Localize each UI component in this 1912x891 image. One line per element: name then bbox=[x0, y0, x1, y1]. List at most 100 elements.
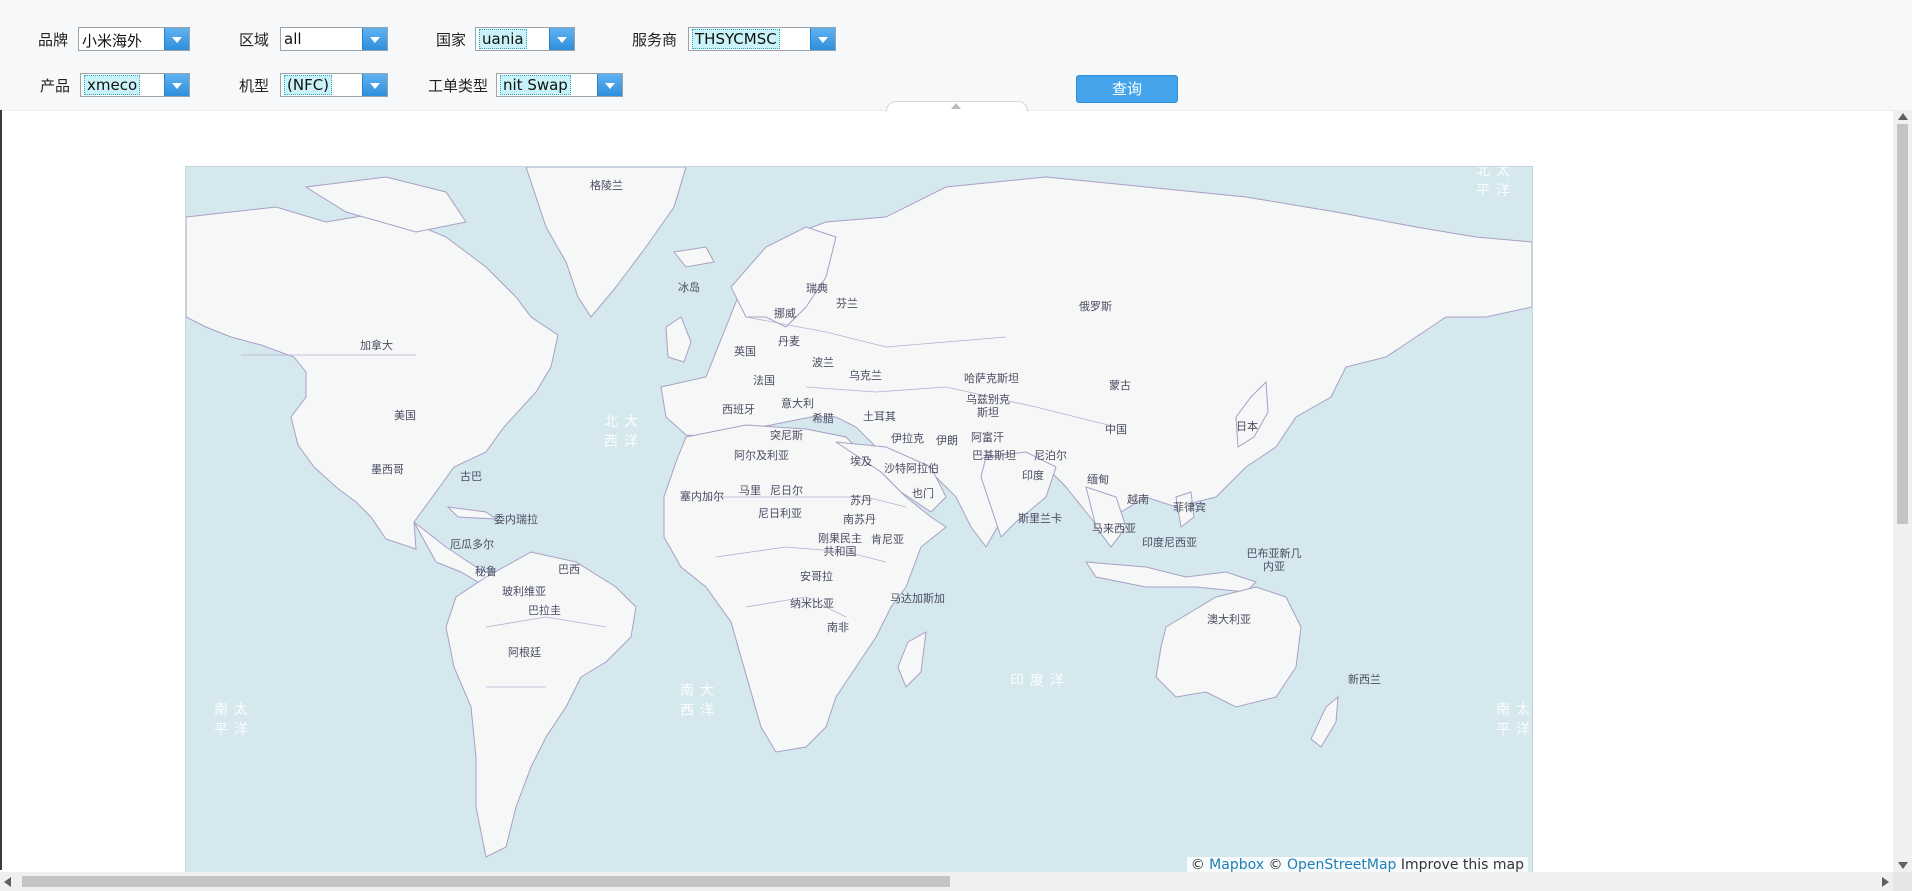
label-finland: 芬兰 bbox=[836, 297, 858, 310]
country-label: 国家 bbox=[436, 31, 467, 49]
label-pakistan: 巴基斯坦 bbox=[972, 449, 1016, 462]
vertical-scroll-thumb[interactable] bbox=[1897, 124, 1908, 524]
label-new-zealand: 新西兰 bbox=[1348, 673, 1381, 686]
vertical-scrollbar[interactable] bbox=[1893, 110, 1912, 872]
label-south-pacific-west: 南太 平洋 bbox=[214, 702, 254, 738]
label-indonesia: 印度尼西亚 bbox=[1142, 536, 1197, 549]
scroll-left-icon[interactable] bbox=[4, 877, 11, 887]
provider-value: THSYCMSC bbox=[692, 29, 780, 49]
label-norway: 挪威 bbox=[774, 307, 796, 320]
label-myanmar: 缅甸 bbox=[1087, 473, 1109, 486]
window-edge bbox=[0, 110, 2, 870]
label-india: 印度 bbox=[1022, 469, 1044, 482]
label-angola: 安哥拉 bbox=[800, 570, 833, 583]
order-type-label: 工单类型 bbox=[428, 77, 489, 95]
label-south-sudan: 南苏丹 bbox=[843, 513, 876, 526]
horizontal-scroll-thumb[interactable] bbox=[22, 876, 950, 887]
label-sudan: 苏丹 bbox=[850, 494, 872, 507]
world-map[interactable]: 格陵兰 冰岛 瑞典 芬兰 挪威 俄罗斯 丹麦 英国 波兰 乌克兰 法国 加拿大 … bbox=[185, 166, 1533, 874]
region-value: all bbox=[284, 30, 302, 48]
filter-bar: 品牌 小米海外 区域 all 国家 uania 服务商 THSYCMSC 产品 … bbox=[0, 0, 1912, 112]
label-italy: 意大利 bbox=[781, 397, 814, 410]
model-select[interactable]: (NFC) bbox=[280, 73, 388, 97]
region-select[interactable]: all bbox=[280, 27, 388, 51]
chevron-down-icon[interactable] bbox=[810, 28, 835, 50]
improve-map-link[interactable]: Improve this map bbox=[1401, 857, 1524, 873]
label-ecuador: 厄瓜多尔 bbox=[450, 538, 494, 551]
label-peru: 秘鲁 bbox=[475, 565, 497, 578]
label-north-atlantic: 北大 西洋 bbox=[604, 414, 644, 450]
label-japan: 日本 bbox=[1236, 420, 1258, 433]
product-select[interactable]: xmeco bbox=[80, 73, 190, 97]
label-russia: 俄罗斯 bbox=[1079, 300, 1112, 313]
scroll-down-icon[interactable] bbox=[1898, 862, 1908, 869]
scrollbar-corner bbox=[1893, 872, 1912, 891]
model-label: 机型 bbox=[239, 77, 270, 95]
label-spain: 西班牙 bbox=[722, 403, 755, 416]
label-senegal: 塞内加尔 bbox=[680, 490, 724, 503]
order-type-value: nit Swap bbox=[500, 75, 571, 95]
brand-value: 小米海外 bbox=[82, 32, 143, 50]
brand-label: 品牌 bbox=[38, 31, 69, 49]
horizontal-scrollbar[interactable] bbox=[0, 872, 1893, 891]
chevron-down-icon[interactable] bbox=[164, 28, 189, 50]
openstreetmap-link[interactable]: OpenStreetMap bbox=[1287, 857, 1396, 873]
country-select[interactable]: uania bbox=[475, 27, 575, 51]
scroll-up-icon[interactable] bbox=[1898, 113, 1908, 120]
query-button[interactable]: 查询 bbox=[1076, 75, 1178, 103]
label-iraq: 伊拉克 bbox=[891, 432, 924, 445]
label-egypt: 埃及 bbox=[850, 455, 872, 468]
label-greenland: 格陵兰 bbox=[590, 179, 623, 192]
copyright-symbol: © bbox=[1190, 857, 1205, 873]
label-greece: 希腊 bbox=[812, 412, 834, 425]
label-paraguay: 巴拉圭 bbox=[528, 604, 561, 617]
chevron-down-icon[interactable] bbox=[549, 28, 574, 50]
land-indonesia bbox=[1085, 561, 1257, 593]
chevron-down-icon[interactable] bbox=[597, 74, 622, 96]
land-cuba bbox=[446, 506, 498, 520]
order-type-select[interactable]: nit Swap bbox=[496, 73, 623, 97]
label-australia: 澳大利亚 bbox=[1207, 613, 1251, 626]
label-sri-lanka: 斯里兰卡 bbox=[1018, 512, 1062, 525]
label-argentina: 阿根廷 bbox=[508, 646, 541, 659]
label-south-pacific-east: 南太 平洋 bbox=[1496, 702, 1533, 738]
land-iceland bbox=[673, 246, 715, 268]
label-yemen: 也门 bbox=[912, 487, 934, 500]
label-turkey: 土耳其 bbox=[863, 410, 896, 423]
label-mexico: 墨西哥 bbox=[371, 463, 404, 476]
label-nigeria: 尼日利亚 bbox=[758, 507, 802, 520]
chevron-down-icon[interactable] bbox=[362, 28, 387, 50]
collapse-toggle[interactable] bbox=[886, 101, 1028, 112]
label-saudi: 沙特阿拉伯 bbox=[884, 462, 939, 475]
land-australia bbox=[1155, 586, 1302, 708]
label-poland: 波兰 bbox=[812, 356, 834, 369]
brand-select[interactable]: 小米海外 bbox=[78, 27, 190, 51]
label-algeria: 阿尔及利亚 bbox=[734, 449, 789, 462]
mapbox-link[interactable]: Mapbox bbox=[1209, 857, 1264, 873]
provider-select[interactable]: THSYCMSC bbox=[688, 27, 836, 51]
region-label: 区域 bbox=[239, 31, 270, 49]
label-afghanistan: 阿富汗 bbox=[971, 431, 1004, 444]
scroll-right-icon[interactable] bbox=[1882, 877, 1889, 887]
label-malaysia: 马来西亚 bbox=[1092, 522, 1136, 535]
label-philippines: 菲律宾 bbox=[1173, 501, 1206, 514]
label-france: 法国 bbox=[753, 374, 775, 387]
label-south-atlantic: 南大 西洋 bbox=[680, 683, 720, 719]
land-new-zealand bbox=[1310, 695, 1339, 748]
label-denmark: 丹麦 bbox=[778, 335, 800, 348]
label-mongolia: 蒙古 bbox=[1109, 379, 1131, 392]
label-tunisia: 突尼斯 bbox=[770, 429, 803, 442]
label-iran: 伊朗 bbox=[936, 434, 958, 447]
land-madagascar bbox=[897, 631, 927, 688]
country-value: uania bbox=[479, 29, 527, 49]
label-nepal: 尼泊尔 bbox=[1034, 449, 1067, 462]
land-great-britain bbox=[665, 316, 692, 363]
label-china: 中国 bbox=[1105, 423, 1127, 436]
label-uk: 英国 bbox=[734, 345, 756, 358]
label-canada: 加拿大 bbox=[360, 339, 393, 352]
chevron-down-icon[interactable] bbox=[164, 74, 189, 96]
label-uzbekistan: 乌兹别克斯坦 bbox=[966, 393, 1010, 419]
label-drc: 刚果民主共和国 bbox=[818, 532, 862, 558]
label-indian-ocean: 印度洋 bbox=[1010, 673, 1070, 689]
chevron-down-icon[interactable] bbox=[362, 74, 387, 96]
